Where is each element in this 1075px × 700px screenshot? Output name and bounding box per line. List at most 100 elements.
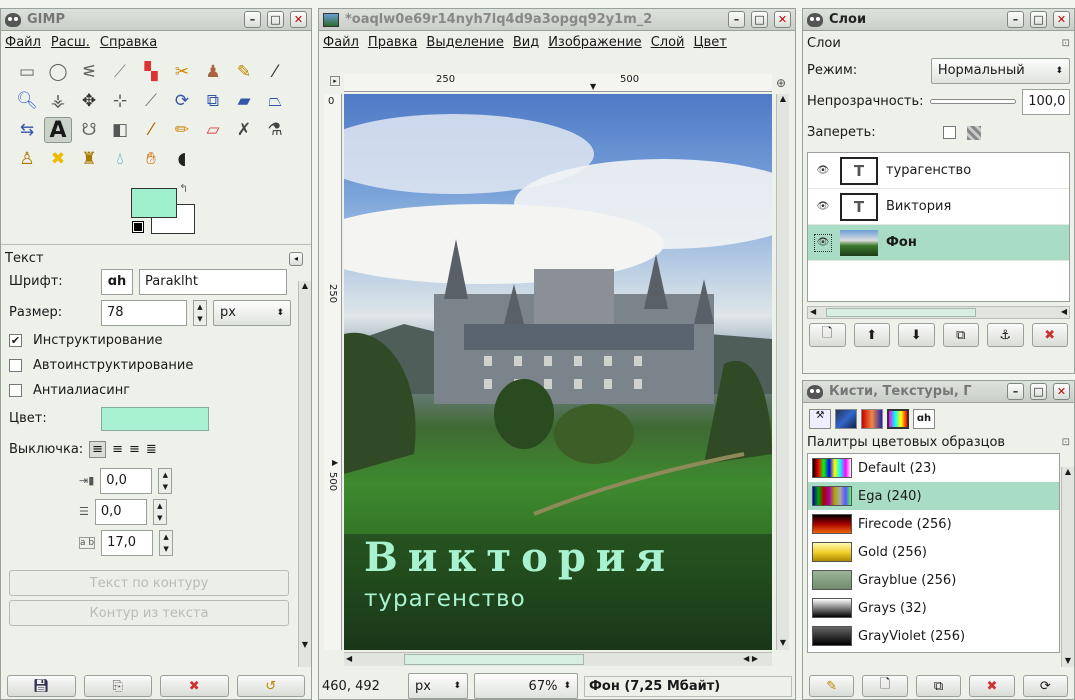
mode-select[interactable]: Нормальный ⬍	[930, 57, 1070, 84]
menu-view[interactable]: Вид	[513, 35, 539, 50]
horizontal-ruler[interactable]: 250 500 ▼	[344, 74, 772, 92]
move-icon[interactable]: ✥	[75, 88, 103, 114]
canvas-text-sub[interactable]: турагенство	[364, 586, 526, 612]
palette-item-gold[interactable]: Gold (256)	[808, 538, 1059, 566]
default-colors-icon[interactable]	[132, 221, 144, 233]
reset-options-icon[interactable]: ↺	[236, 675, 305, 697]
rect-select-icon[interactable]: ▭	[13, 59, 41, 85]
antialias-row[interactable]: Антиалиасинг	[1, 378, 311, 403]
save-options-icon[interactable]: 💾︎	[7, 675, 76, 697]
raise-layer-icon[interactable]: ⬆	[853, 323, 890, 347]
eraser-icon[interactable]: ✗	[230, 117, 258, 143]
image-maximize-button[interactable]: □	[751, 11, 768, 28]
foreground-color-swatch[interactable]	[131, 188, 177, 218]
paths-icon[interactable]: ✎	[230, 59, 258, 85]
size-spinner[interactable]: ▲ ▼	[193, 299, 207, 326]
path-from-text-button[interactable]: Контур из текста	[9, 600, 289, 626]
lock-pixels-checkbox[interactable]	[943, 126, 956, 139]
edit-palette-icon[interactable]: ✎	[809, 675, 855, 697]
layers-hscrollbar[interactable]: ◀ ◀	[807, 306, 1070, 319]
tab-palettes-icon[interactable]	[887, 409, 909, 429]
justify-center-icon[interactable]: ≡	[129, 442, 140, 457]
visibility-eye-icon[interactable]: 👁︎	[814, 162, 832, 180]
palette-item-grayviolet[interactable]: GrayViolet (256)	[808, 622, 1059, 650]
ellipse-select-icon[interactable]: ◯	[44, 59, 72, 85]
palette-item-default[interactable]: Default (23)	[808, 454, 1059, 482]
minimize-button[interactable]: –	[244, 11, 261, 28]
duplicate-palette-icon[interactable]: ⧉	[915, 675, 962, 697]
tab-patterns-icon[interactable]	[835, 409, 857, 429]
zoom-icon[interactable]: 🔍︎	[13, 88, 41, 114]
menu-edit[interactable]: Правка	[368, 35, 417, 50]
perspective-clone-icon[interactable]: 💧︎	[106, 146, 134, 172]
palettes-minimize-button[interactable]: –	[1007, 383, 1024, 400]
layers-titlebar[interactable]: Слои – □ ✕	[803, 9, 1074, 31]
hinting-checkbox[interactable]: ✔	[9, 334, 22, 347]
image-canvas[interactable]: Виктория турагенство	[344, 94, 772, 650]
align-icon[interactable]: ⊹	[106, 88, 134, 114]
perspective-icon[interactable]: ⏢	[261, 88, 289, 114]
size-input[interactable]: 78	[101, 299, 187, 326]
palette-item-grayblue[interactable]: Grayblue (256)	[808, 566, 1059, 594]
layers-close-button[interactable]: ✕	[1053, 11, 1070, 28]
justify-right-icon[interactable]: ≡	[112, 442, 123, 457]
ruler-corner-button[interactable]: ▸	[330, 76, 340, 86]
palette-item-firecode[interactable]: Firecode (256)	[808, 510, 1059, 538]
size-unit-select[interactable]: px ⬍	[213, 299, 291, 326]
letter-spacing-spinner[interactable]: ▲ ▼	[159, 529, 174, 556]
rotate-icon[interactable]: ⟳	[168, 88, 196, 114]
autohint-checkbox[interactable]	[9, 359, 22, 372]
layers-tab-menu-icon[interactable]: ⊡	[1062, 38, 1070, 49]
zoom-select[interactable]: 67% ⬍	[474, 673, 578, 699]
navigate-icon[interactable]: ⊕	[776, 76, 786, 90]
duplicate-layer-icon[interactable]: ⧉	[942, 323, 979, 347]
dodge-burn-icon[interactable]: ◖	[168, 146, 196, 172]
autohint-row[interactable]: Автоинструктирование	[1, 353, 311, 378]
delete-palette-icon[interactable]: ✖	[969, 675, 1015, 697]
justify-left-icon[interactable]: ≡	[89, 441, 107, 458]
text-along-path-button[interactable]: Текст по контуру	[9, 570, 289, 596]
new-layer-icon[interactable]: 🗋	[809, 323, 846, 347]
smudge-icon[interactable]: ✋︎	[137, 146, 165, 172]
maximize-button[interactable]: □	[267, 11, 284, 28]
text-tool-icon[interactable]: A	[44, 117, 72, 143]
unit-select[interactable]: px ⬍	[408, 673, 468, 699]
indent-spinner[interactable]: ▲ ▼	[158, 467, 173, 494]
menu-color[interactable]: Цвет	[693, 35, 726, 50]
palettes-maximize-button[interactable]: □	[1030, 383, 1047, 400]
tab-fonts-icon[interactable]: ɑh	[913, 409, 935, 429]
delete-options-icon[interactable]: ✖	[160, 675, 229, 697]
image-close-button[interactable]: ✕	[774, 11, 791, 28]
blend-icon[interactable]: ⁄	[137, 117, 165, 143]
layer-row-fon[interactable]: 👁︎ Фон	[808, 225, 1069, 261]
restore-options-icon[interactable]: ⎘	[83, 675, 152, 697]
scissors-icon[interactable]: ✂	[168, 59, 196, 85]
menu-file[interactable]: Файл	[323, 35, 359, 50]
hinting-row[interactable]: ✔ Инструктирование	[1, 328, 311, 353]
opacity-slider[interactable]	[929, 99, 1017, 104]
letter-spacing-input[interactable]: 17,0	[101, 529, 154, 556]
line-spacing-input[interactable]: 0,0	[94, 498, 147, 525]
tool-options-menu-icon[interactable]: ◂	[289, 251, 303, 266]
fuzzy-select-icon[interactable]: ⟋	[106, 59, 134, 85]
foreground-select-icon[interactable]: ♟	[199, 59, 227, 85]
image-horizontal-scrollbar[interactable]: ◀ ◀ ▶	[344, 652, 772, 666]
layer-row-turagentstvo[interactable]: 👁︎ T турагенство	[808, 153, 1069, 189]
menu-extensions[interactable]: Расш.	[51, 35, 90, 50]
palettes-menu-icon[interactable]: ⊡	[1062, 437, 1070, 448]
palette-item-grays[interactable]: Grays (32)	[808, 594, 1059, 622]
line-spacing-spinner[interactable]: ▲ ▼	[152, 498, 167, 525]
color-select-icon[interactable]: ▚	[137, 59, 165, 85]
image-vertical-scrollbar[interactable]: ▲ ▼	[776, 94, 789, 650]
flip-icon[interactable]: ⇆	[13, 117, 41, 143]
vertical-ruler[interactable]: 0 250 500 ▶	[324, 94, 342, 650]
antialias-checkbox[interactable]	[9, 384, 22, 397]
justify-fill-icon[interactable]: ≣	[146, 442, 157, 457]
palettes-close-button[interactable]: ✕	[1053, 383, 1070, 400]
crop-icon[interactable]: ⟋	[137, 88, 165, 114]
visibility-eye-icon[interactable]: 👁︎	[814, 198, 832, 216]
palette-item-ega[interactable]: Ega (240)	[808, 482, 1059, 510]
paintbrush-icon[interactable]: ▱	[199, 117, 227, 143]
text-color-button[interactable]	[101, 406, 209, 431]
heal-icon[interactable]: ♜	[75, 146, 103, 172]
